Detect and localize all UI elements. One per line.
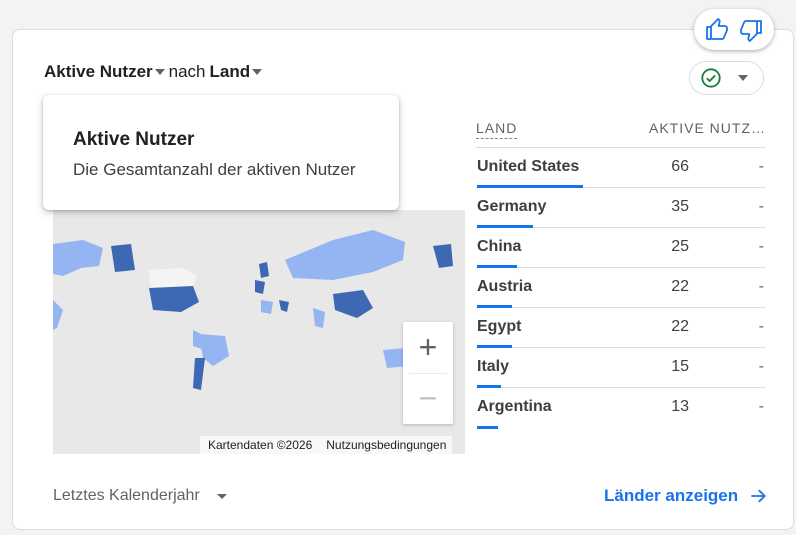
terms-link[interactable]: Nutzungsbedingungen — [326, 438, 446, 452]
table-row[interactable]: China 25 - — [476, 228, 766, 268]
map-data-label: Kartendaten ©2026 — [208, 438, 313, 452]
row-value: 22 — [671, 278, 689, 295]
row-country: Germany — [477, 198, 547, 215]
row-value: 66 — [671, 158, 689, 175]
period-dropdown[interactable]: Letztes Kalenderjahr — [53, 487, 227, 505]
metric-label: Aktive Nutzer — [44, 62, 153, 81]
thumbs-down-icon — [740, 19, 762, 42]
view-link-label: Länder anzeigen — [604, 486, 739, 505]
map-region-alaska — [111, 244, 135, 272]
row-bar — [477, 426, 498, 429]
row-country: Argentina — [477, 398, 552, 415]
arrow-right-icon — [751, 489, 767, 503]
chevron-down-icon — [738, 75, 748, 81]
table-row[interactable]: Egypt 22 - — [476, 308, 766, 348]
zoom-out-button[interactable]: − — [403, 373, 453, 424]
map-attribution: Kartendaten ©2026 Nutzungsbedingungen — [200, 436, 453, 454]
map-region-italy — [261, 300, 273, 314]
row-extra: - — [758, 198, 764, 215]
card-title: Aktive Nutzer nach Land — [44, 62, 266, 82]
metric-dropdown[interactable]: Aktive Nutzer — [44, 62, 169, 82]
country-table: LAND AKTIVE NUTZ… United States 66 - Ger… — [476, 108, 766, 429]
row-extra: - — [758, 398, 764, 415]
thumbs-up-icon — [706, 17, 728, 40]
row-extra: - — [758, 158, 764, 175]
row-value: 35 — [671, 198, 689, 215]
row-country: United States — [477, 158, 580, 175]
by-label: nach — [168, 62, 206, 81]
chevron-down-icon — [216, 493, 227, 499]
row-extra: - — [758, 238, 764, 255]
metric-tooltip: Aktive Nutzer Die Gesamtanzahl der aktiv… — [43, 95, 399, 210]
row-value: 13 — [671, 398, 689, 415]
thumbs-up-button[interactable] — [702, 15, 732, 45]
row-value: 15 — [671, 358, 689, 375]
row-country: Austria — [477, 278, 533, 295]
row-extra: - — [758, 318, 764, 335]
row-extra: - — [758, 278, 764, 295]
tooltip-title: Aktive Nutzer — [73, 129, 195, 150]
row-value: 22 — [671, 318, 689, 335]
map-zoom-control: + − — [403, 322, 453, 424]
row-value: 25 — [671, 238, 689, 255]
dimension-label: Land — [209, 62, 251, 81]
table-row[interactable]: United States 66 - — [476, 148, 766, 188]
zoom-in-button[interactable]: + — [403, 322, 453, 373]
row-extra: - — [758, 358, 764, 375]
table-row[interactable]: Argentina 13 - — [476, 388, 766, 429]
table-row[interactable]: Austria 22 - — [476, 268, 766, 308]
dimension-dropdown[interactable]: Land — [210, 62, 267, 82]
feedback-bar — [694, 9, 774, 50]
tooltip-description: Die Gesamtanzahl der aktiven Nutzer — [73, 160, 356, 179]
table-row[interactable]: Italy 15 - — [476, 348, 766, 388]
status-button[interactable] — [689, 61, 764, 95]
view-countries-link[interactable]: Länder anzeigen — [604, 486, 768, 506]
table-header: LAND AKTIVE NUTZ… — [476, 108, 766, 148]
thumbs-down-button[interactable] — [736, 15, 766, 45]
chevron-down-icon — [154, 69, 165, 75]
column-active-users[interactable]: AKTIVE NUTZ… — [643, 119, 766, 136]
column-country[interactable]: LAND — [476, 119, 643, 139]
row-country: Egypt — [477, 318, 522, 335]
row-country: China — [477, 238, 522, 255]
chevron-down-icon — [252, 69, 263, 75]
check-circle-icon — [701, 68, 721, 88]
table-row[interactable]: Germany 35 - — [476, 188, 766, 228]
row-country: Italy — [477, 358, 510, 375]
period-label: Letztes Kalenderjahr — [53, 487, 200, 504]
